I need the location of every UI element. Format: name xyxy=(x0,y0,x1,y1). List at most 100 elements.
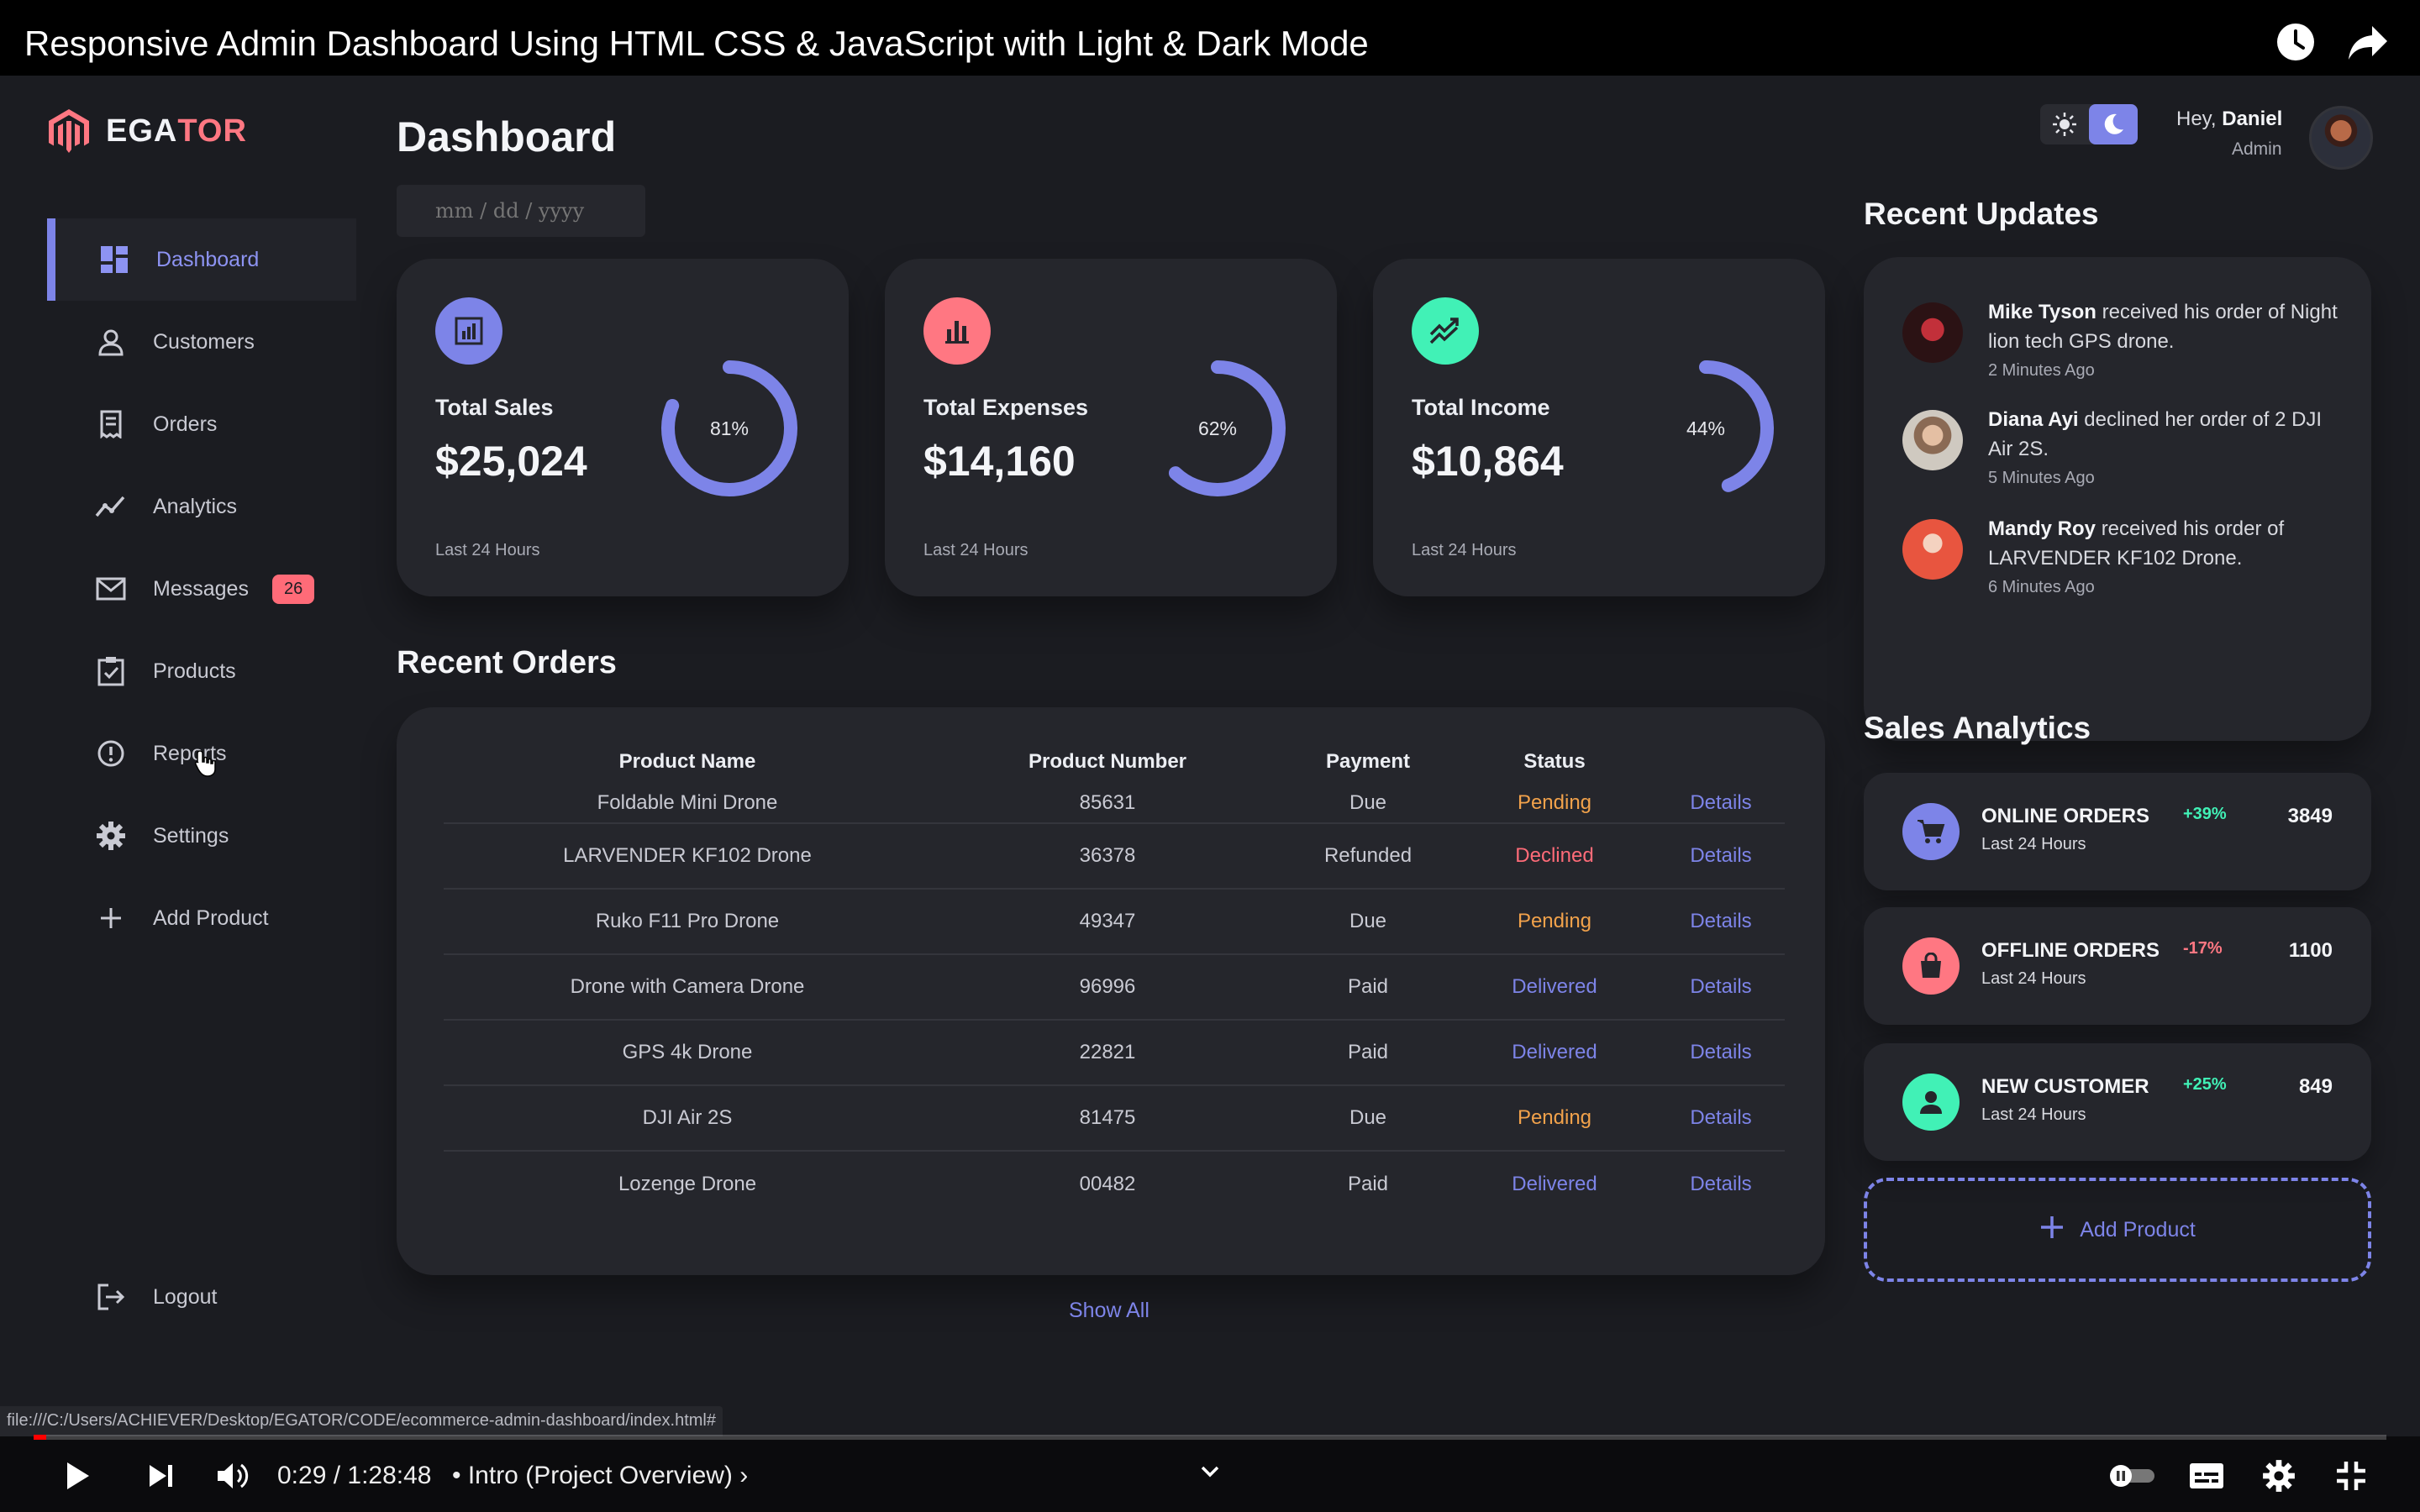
card-value: $25,024 xyxy=(435,438,587,485)
card-percent: 44% xyxy=(1686,417,1726,439)
total-sales-card: Total Sales $25,024 Last 24 Hours 81% xyxy=(397,259,849,596)
add-product-button[interactable]: Add Product xyxy=(1864,1178,2371,1282)
logout-label: Logout xyxy=(153,1284,218,1309)
trend-icon xyxy=(94,490,128,523)
user-greeting: Hey, Daniel xyxy=(2176,108,2283,130)
analytics-subtitle: Last 24 Hours xyxy=(1981,1105,2086,1124)
card-subtitle: Last 24 Hours xyxy=(435,541,540,559)
payment-cell: Paid xyxy=(1284,954,1452,1021)
report-icon xyxy=(94,737,128,770)
analytics-name: NEW CUSTOMER xyxy=(1981,1075,2149,1098)
sidebar-item-add-product[interactable]: Add Product xyxy=(47,877,356,959)
messages-count-badge: 26 xyxy=(271,574,315,604)
light-mode-icon[interactable] xyxy=(2040,104,2089,144)
column-header: Product Name xyxy=(618,750,756,773)
analytics-change: -17% xyxy=(2183,939,2223,958)
video-time: 0:29 / 1:28:48 xyxy=(277,1462,432,1489)
add-product-label: Add Product xyxy=(2080,1217,2196,1242)
details-link[interactable]: Details xyxy=(1657,1020,1785,1086)
video-progress-bar[interactable] xyxy=(34,1435,2386,1440)
sidebar-item-label: Customers xyxy=(153,329,255,354)
chevron-down-icon[interactable] xyxy=(1188,1450,1232,1494)
details-link[interactable]: Details xyxy=(1657,783,1785,824)
product-name-cell: GPS 4k Drone xyxy=(444,1020,931,1086)
video-title-bar: Responsive Admin Dashboard Using HTML CS… xyxy=(0,0,2420,76)
brand-logo[interactable]: EGATOR xyxy=(47,108,247,155)
product-name-cell: Foldable Mini Drone xyxy=(444,783,931,824)
theme-toggle[interactable] xyxy=(2040,104,2138,144)
bar-chart-icon xyxy=(435,297,502,365)
share-icon[interactable] xyxy=(2346,20,2390,64)
analytics-item-new-customer: NEW CUSTOMER Last 24 Hours +25% 849 xyxy=(1864,1043,2371,1161)
video-chapter[interactable]: • Intro (Project Overview) › xyxy=(452,1462,748,1490)
sidebar-item-label: Orders xyxy=(153,412,218,436)
analytics-count: 849 xyxy=(2298,1075,2333,1098)
details-link[interactable]: Details xyxy=(1657,889,1785,955)
payment-cell: Due xyxy=(1284,889,1452,955)
product-name-cell: LARVENDER KF102 Drone xyxy=(444,823,931,890)
volume-icon[interactable] xyxy=(212,1454,255,1498)
sidebar-item-dashboard[interactable]: Dashboard xyxy=(47,218,356,301)
card-value: $14,160 xyxy=(923,438,1076,485)
magento-logo-icon xyxy=(49,109,89,153)
update-text: Diana Ayi declined her order of 2 DJI Ai… xyxy=(1988,408,2323,460)
details-link[interactable]: Details xyxy=(1657,1151,1785,1216)
sidebar: Dashboard Customers Orders Analytics Mes… xyxy=(47,218,356,959)
date-input[interactable] xyxy=(397,185,645,237)
table-row: Ruko F11 Pro Drone 49347 Due Pending Details xyxy=(444,889,1785,955)
update-time: 6 Minutes Ago xyxy=(1988,578,2095,596)
product-number-cell: 49347 xyxy=(931,889,1284,955)
logout-button[interactable]: Logout xyxy=(47,1267,217,1327)
sidebar-item-analytics[interactable]: Analytics xyxy=(47,465,356,548)
card-percent: 81% xyxy=(709,417,750,439)
show-all-link[interactable]: Show All xyxy=(1069,1299,1150,1323)
autoplay-toggle-icon[interactable] xyxy=(2106,1454,2160,1498)
stocks-icon xyxy=(1412,297,1479,365)
sidebar-item-label: Add Product xyxy=(153,906,269,930)
sidebar-item-orders[interactable]: Orders xyxy=(47,383,356,465)
analytics-count: 3849 xyxy=(2287,805,2333,827)
table-header-row: Product Name Product Number Payment Stat… xyxy=(444,741,1785,783)
watch-later-icon[interactable] xyxy=(2274,20,2317,64)
analytics-name: OFFLINE ORDERS xyxy=(1981,939,2160,962)
clipboard-icon xyxy=(94,654,128,688)
update-time: 2 Minutes Ago xyxy=(1988,361,2095,380)
column-header: Product Number xyxy=(1028,750,1186,773)
product-number-cell: 85631 xyxy=(931,783,1284,824)
dashboard: EGATOR Dashboard Customers Orders Analyt… xyxy=(0,76,2420,1436)
status-cell: Pending xyxy=(1452,783,1657,824)
payment-cell: Paid xyxy=(1347,1172,1389,1195)
card-percent: 62% xyxy=(1197,417,1238,439)
gear-icon xyxy=(94,819,128,853)
sidebar-item-reports[interactable]: Reports xyxy=(47,712,356,795)
update-time: 5 Minutes Ago xyxy=(1988,469,2095,487)
sidebar-item-products[interactable]: Products xyxy=(47,630,356,712)
details-link[interactable]: Details xyxy=(1657,1085,1785,1152)
status-cell: Delivered xyxy=(1452,954,1657,1021)
total-expenses-card: Total Expenses $14,160 Last 24 Hours 62% xyxy=(885,259,1337,596)
table-row: LARVENDER KF102 Drone 36378 Refunded Declin… xyxy=(444,823,1785,890)
sidebar-item-messages[interactable]: Messages 26 xyxy=(47,548,356,630)
product-number-cell: 96996 xyxy=(931,954,1284,1021)
table-row: Drone with Camera Drone 96996 Paid Delivere… xyxy=(444,954,1785,1021)
subtitles-icon[interactable] xyxy=(2185,1454,2228,1498)
sidebar-item-customers[interactable]: Customers xyxy=(47,301,356,383)
settings-gear-icon[interactable] xyxy=(2257,1454,2301,1498)
receipt-icon xyxy=(94,407,128,441)
status-cell: Pending xyxy=(1452,889,1657,955)
dark-mode-icon[interactable] xyxy=(2089,104,2138,144)
status-cell: Pending xyxy=(1452,1085,1657,1152)
update-text: Mandy Roy received his order of LARVENDE… xyxy=(1988,517,2285,570)
analytics-item-online-orders: ONLINE ORDERS Last 24 Hours +39% 3849 xyxy=(1864,773,2371,890)
avatar[interactable] xyxy=(2309,106,2373,170)
product-number-cell: 81475 xyxy=(931,1085,1284,1152)
play-icon[interactable] xyxy=(55,1454,99,1498)
details-link[interactable]: Details xyxy=(1657,823,1785,890)
next-icon[interactable] xyxy=(139,1454,183,1498)
details-link[interactable]: Details xyxy=(1657,954,1785,1021)
browser-status-url: file:///C:/Users/ACHIEVER/Desktop/EGATOR… xyxy=(0,1406,723,1436)
exit-fullscreen-icon[interactable] xyxy=(2329,1454,2373,1498)
column-header: Payment xyxy=(1325,750,1411,773)
status-cell: Delivered xyxy=(1512,1172,1597,1195)
sidebar-item-settings[interactable]: Settings xyxy=(47,795,356,877)
